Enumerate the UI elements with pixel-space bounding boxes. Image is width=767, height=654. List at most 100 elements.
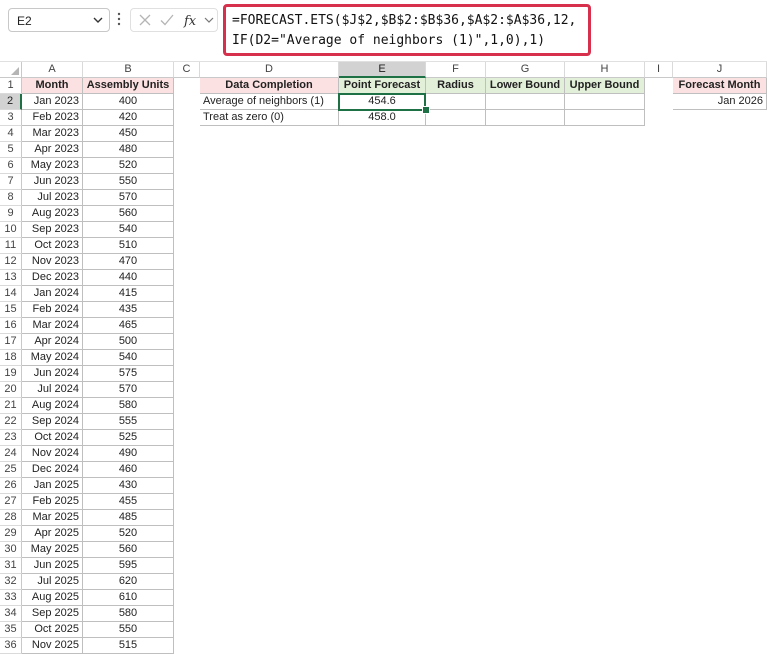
month-cell[interactable]: May 2024	[22, 350, 83, 366]
units-cell[interactable]: 470	[83, 254, 174, 270]
row-header[interactable]: 15	[0, 302, 22, 318]
row-header[interactable]: 24	[0, 446, 22, 462]
month-cell[interactable]: May 2025	[22, 542, 83, 558]
month-cell[interactable]: Feb 2024	[22, 302, 83, 318]
month-cell[interactable]: Apr 2023	[22, 142, 83, 158]
row-header[interactable]: 6	[0, 158, 22, 174]
radius-cell[interactable]	[426, 94, 486, 110]
month-cell[interactable]: Mar 2023	[22, 126, 83, 142]
month-cell[interactable]: Oct 2023	[22, 238, 83, 254]
forecast-month-cell[interactable]: Jan 2026	[673, 94, 767, 110]
units-cell[interactable]: 485	[83, 510, 174, 526]
units-cell[interactable]: 515	[83, 638, 174, 654]
row-header[interactable]: 35	[0, 622, 22, 638]
units-cell[interactable]: 450	[83, 126, 174, 142]
row-header[interactable]: 18	[0, 350, 22, 366]
month-cell[interactable]: Apr 2025	[22, 526, 83, 542]
units-cell[interactable]: 540	[83, 222, 174, 238]
header-forecast-month[interactable]: Forecast Month	[673, 78, 767, 94]
row-header[interactable]: 32	[0, 574, 22, 590]
units-cell[interactable]: 435	[83, 302, 174, 318]
units-cell[interactable]: 540	[83, 350, 174, 366]
units-cell[interactable]: 525	[83, 430, 174, 446]
header-point-forecast[interactable]: Point Forecast	[339, 78, 426, 94]
units-cell[interactable]: 620	[83, 574, 174, 590]
row-header[interactable]: 31	[0, 558, 22, 574]
units-cell[interactable]: 500	[83, 334, 174, 350]
header-upper-bound[interactable]: Upper Bound	[565, 78, 645, 94]
row-header[interactable]: 34	[0, 606, 22, 622]
row-header[interactable]: 2	[0, 94, 22, 110]
month-cell[interactable]: Mar 2025	[22, 510, 83, 526]
units-cell[interactable]: 520	[83, 526, 174, 542]
confirm-check-icon[interactable]	[159, 12, 175, 28]
units-cell[interactable]: 555	[83, 414, 174, 430]
units-cell[interactable]: 510	[83, 238, 174, 254]
point-forecast-cell[interactable]: 458.0	[339, 110, 426, 126]
row-header[interactable]: 36	[0, 638, 22, 654]
column-header-c[interactable]: C	[174, 62, 200, 78]
column-header-b[interactable]: B	[83, 62, 174, 78]
row-header[interactable]: 30	[0, 542, 22, 558]
column-header-i[interactable]: I	[645, 62, 673, 78]
month-cell[interactable]: Jul 2023	[22, 190, 83, 206]
formula-input[interactable]: =FORECAST.ETS($J$2,$B$2:$B$36,$A$2:$A$36…	[223, 4, 591, 56]
month-cell[interactable]: Sep 2025	[22, 606, 83, 622]
month-cell[interactable]: Dec 2024	[22, 462, 83, 478]
units-cell[interactable]: 580	[83, 606, 174, 622]
row-header[interactable]: 25	[0, 462, 22, 478]
data-completion-cell[interactable]: Treat as zero (0)	[200, 110, 339, 126]
column-header-f[interactable]: F	[426, 62, 486, 78]
units-cell[interactable]: 430	[83, 478, 174, 494]
row-header[interactable]: 22	[0, 414, 22, 430]
row-header[interactable]: 3	[0, 110, 22, 126]
row-header[interactable]: 12	[0, 254, 22, 270]
column-header-a[interactable]: A	[22, 62, 83, 78]
radius-cell[interactable]	[426, 110, 486, 126]
lower-bound-cell[interactable]	[486, 110, 565, 126]
row-header[interactable]: 13	[0, 270, 22, 286]
month-cell[interactable]: Mar 2024	[22, 318, 83, 334]
header-lower-bound[interactable]: Lower Bound	[486, 78, 565, 94]
month-cell[interactable]: Nov 2024	[22, 446, 83, 462]
vertical-dots-icon[interactable]	[116, 11, 122, 27]
month-cell[interactable]: Aug 2023	[22, 206, 83, 222]
units-cell[interactable]: 550	[83, 622, 174, 638]
units-cell[interactable]: 570	[83, 190, 174, 206]
header-radius[interactable]: Radius	[426, 78, 486, 94]
month-cell[interactable]: Nov 2023	[22, 254, 83, 270]
month-cell[interactable]: Oct 2025	[22, 622, 83, 638]
lower-bound-cell[interactable]	[486, 94, 565, 110]
units-cell[interactable]: 490	[83, 446, 174, 462]
row-header[interactable]: 33	[0, 590, 22, 606]
select-all-corner[interactable]	[0, 62, 22, 78]
row-header[interactable]: 10	[0, 222, 22, 238]
header-month[interactable]: Month	[22, 78, 83, 94]
units-cell[interactable]: 520	[83, 158, 174, 174]
month-cell[interactable]: Nov 2025	[22, 638, 83, 654]
month-cell[interactable]: Sep 2024	[22, 414, 83, 430]
row-header[interactable]: 14	[0, 286, 22, 302]
row-header[interactable]: 20	[0, 382, 22, 398]
upper-bound-cell[interactable]	[565, 110, 645, 126]
upper-bound-cell[interactable]	[565, 94, 645, 110]
point-forecast-cell[interactable]: 454.6	[339, 94, 426, 110]
month-cell[interactable]: Dec 2023	[22, 270, 83, 286]
month-cell[interactable]: Apr 2024	[22, 334, 83, 350]
month-cell[interactable]: Sep 2023	[22, 222, 83, 238]
month-cell[interactable]: Oct 2024	[22, 430, 83, 446]
units-cell[interactable]: 440	[83, 270, 174, 286]
month-cell[interactable]: Jan 2025	[22, 478, 83, 494]
row-header[interactable]: 23	[0, 430, 22, 446]
month-cell[interactable]: Jul 2025	[22, 574, 83, 590]
name-box[interactable]: E2	[8, 8, 110, 32]
row-header[interactable]: 27	[0, 494, 22, 510]
month-cell[interactable]: Jun 2025	[22, 558, 83, 574]
column-header-e[interactable]: E	[339, 62, 426, 78]
units-cell[interactable]: 560	[83, 542, 174, 558]
header-assembly-units[interactable]: Assembly Units	[83, 78, 174, 94]
units-cell[interactable]: 400	[83, 94, 174, 110]
fx-icon[interactable]: fx	[183, 12, 203, 28]
column-header-h[interactable]: H	[565, 62, 645, 78]
row-header[interactable]: 21	[0, 398, 22, 414]
